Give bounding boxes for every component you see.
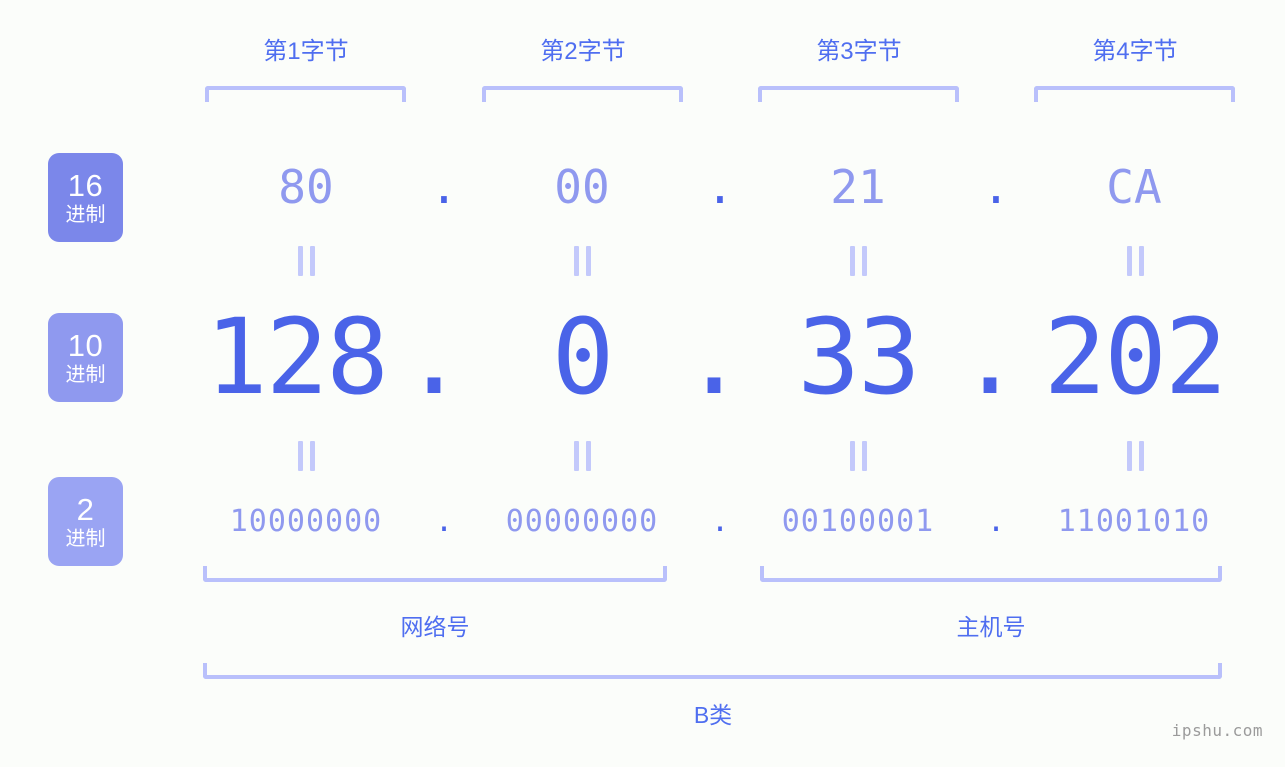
hex-separator-2: . — [706, 160, 734, 214]
byte-header-2: 第2字节 — [540, 38, 626, 65]
byte-bracket-3 — [758, 86, 959, 102]
binary-octet-3: 00100001 — [781, 504, 935, 539]
network-portion-bracket — [203, 566, 667, 582]
hex-octet-3: 21 — [830, 160, 886, 214]
base-badge-binary-suffix: 进制 — [65, 527, 106, 550]
decimal-octet-4: 202 — [1043, 296, 1228, 418]
binary-octet-2: 00000000 — [505, 504, 659, 539]
byte-bracket-2 — [482, 86, 683, 102]
hex-octet-1: 80 — [278, 160, 334, 214]
ip-class-label: B类 — [693, 702, 733, 728]
network-portion-label: 网络号 — [400, 614, 470, 640]
decimal-octet-3: 33 — [797, 296, 920, 418]
base-badge-hex: 16 进制 — [48, 153, 123, 242]
decimal-octet-2: 0 — [551, 296, 615, 418]
decimal-separator-3: . — [958, 296, 1022, 418]
host-portion-label: 主机号 — [956, 614, 1026, 640]
equals-icon-dec-bin-4 — [1124, 441, 1146, 471]
site-watermark: ipshu.com — [1171, 721, 1263, 740]
hex-octet-2: 00 — [554, 160, 610, 214]
base-badge-binary: 2 进制 — [48, 477, 123, 566]
host-portion-bracket — [760, 566, 1222, 582]
binary-separator-1: . — [434, 504, 454, 539]
equals-icon-hex-dec-1 — [295, 246, 317, 276]
base-badge-hex-number: 16 — [67, 167, 104, 203]
equals-icon-dec-bin-1 — [295, 441, 317, 471]
equals-icon-dec-bin-3 — [847, 441, 869, 471]
binary-separator-2: . — [710, 504, 730, 539]
hex-separator-1: . — [430, 160, 458, 214]
ip-class-bracket — [203, 663, 1222, 679]
base-badge-hex-suffix: 进制 — [65, 203, 106, 226]
base-badge-binary-number: 2 — [76, 491, 95, 527]
equals-icon-hex-dec-4 — [1124, 246, 1146, 276]
base-badge-decimal-number: 10 — [67, 327, 104, 363]
byte-header-1: 第1字节 — [263, 38, 349, 65]
equals-icon-hex-dec-3 — [847, 246, 869, 276]
hex-separator-3: . — [982, 160, 1010, 214]
decimal-separator-2: . — [682, 296, 746, 418]
hex-octet-4: CA — [1106, 160, 1162, 214]
byte-header-4: 第4字节 — [1092, 38, 1178, 65]
binary-separator-3: . — [986, 504, 1006, 539]
base-badge-decimal-suffix: 进制 — [65, 363, 106, 386]
binary-octet-1: 10000000 — [229, 504, 383, 539]
base-badge-decimal: 10 进制 — [48, 313, 123, 402]
equals-icon-dec-bin-2 — [571, 441, 593, 471]
byte-header-3: 第3字节 — [816, 38, 902, 65]
decimal-octet-1: 128 — [205, 296, 389, 418]
binary-octet-4: 11001010 — [1057, 504, 1211, 539]
equals-icon-hex-dec-2 — [571, 246, 593, 276]
decimal-separator-1: . — [402, 296, 466, 418]
ip-address-breakdown-diagram: 第1字节 第2字节 第3字节 第4字节 16 进制 10 进制 2 进制 80 … — [0, 0, 1285, 767]
byte-bracket-4 — [1034, 86, 1235, 102]
byte-bracket-1 — [205, 86, 406, 102]
